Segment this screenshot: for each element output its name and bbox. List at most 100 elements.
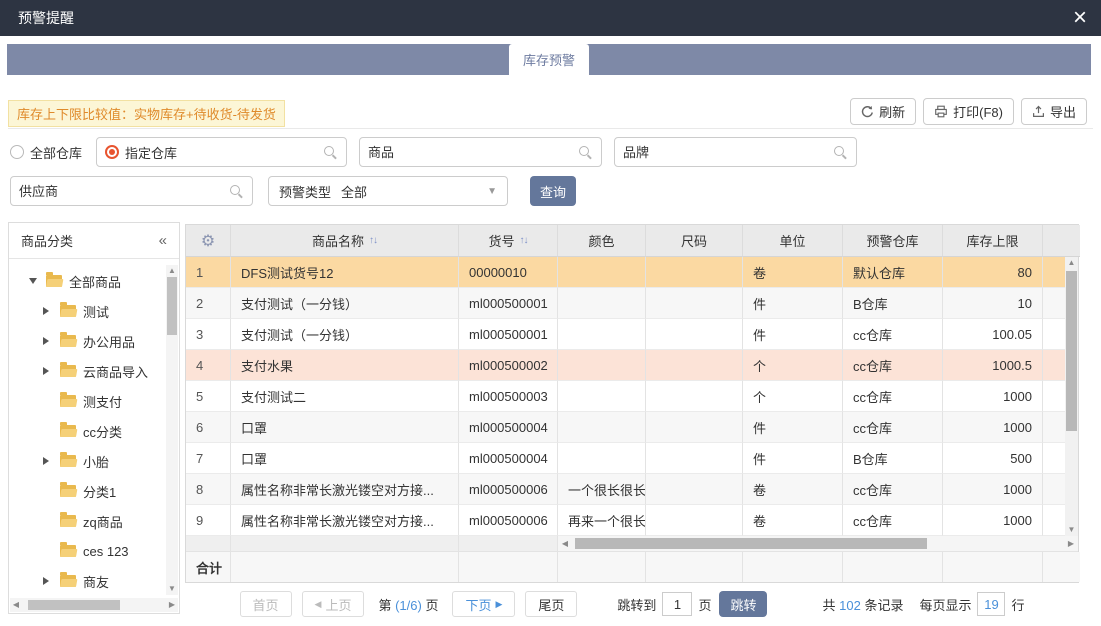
- jump-button[interactable]: 跳转: [719, 591, 767, 617]
- tree-item-cloud-import[interactable]: 云商品导入: [9, 356, 165, 386]
- header-unit: 单位: [743, 225, 843, 257]
- category-sidebar: 商品分类 « 全部商品 测试 办公用品 云商品导入 测支付: [8, 222, 180, 614]
- sidebar-horizontal-scrollbar[interactable]: ◀ ▶: [10, 598, 178, 612]
- tree-item-test-pay[interactable]: 测支付: [9, 386, 165, 416]
- divider: [8, 128, 1093, 129]
- brand-search-box: [614, 137, 857, 167]
- dialog-title: 预警提醒: [18, 8, 74, 28]
- table-row[interactable]: 5 支付测试二 ml000500003 个 cc仓库 1000: [186, 381, 1067, 412]
- table-row[interactable]: 8 属性名称非常长激光镂空对方接... ml000500006 一个很长很长..…: [186, 474, 1067, 505]
- column-settings[interactable]: ⚙: [186, 225, 231, 257]
- scroll-right-icon[interactable]: ▶: [166, 598, 178, 612]
- scrollbar-thumb[interactable]: [1066, 271, 1077, 431]
- table-header: ⚙ 商品名称 ↑↓ 货号 ↑↓ 颜色 尺码 单位 预警仓库 库存上限: [186, 225, 1078, 257]
- header-product-name[interactable]: 商品名称 ↑↓: [231, 225, 459, 257]
- scroll-up-icon[interactable]: ▲: [1065, 257, 1078, 269]
- tree-item-shangyou[interactable]: 商友: [9, 566, 165, 596]
- table-row[interactable]: 9 属性名称非常长激光镂空对方接... ml000500006 再来一个很长..…: [186, 505, 1067, 536]
- record-count: 共 102 条记录: [822, 595, 903, 614]
- header-color: 颜色: [558, 225, 646, 257]
- first-page-button[interactable]: 首页: [240, 591, 292, 617]
- sort-icon[interactable]: ↑↓: [369, 235, 377, 246]
- collapse-icon[interactable]: «: [159, 232, 167, 249]
- table-row[interactable]: 4 支付水果 ml000500002 个 cc仓库 1000.5: [186, 350, 1067, 381]
- expand-icon[interactable]: [43, 337, 57, 345]
- supplier-search-input[interactable]: [19, 184, 229, 199]
- tree-item-office-supplies[interactable]: 办公用品: [9, 326, 165, 356]
- table-horizontal-scrollbar-row: ◀ ▶: [186, 536, 1078, 552]
- tree-item-cc-category[interactable]: cc分类: [9, 416, 165, 446]
- table-horizontal-scrollbar[interactable]: ◀ ▶: [558, 536, 1078, 551]
- refresh-button[interactable]: 刷新: [850, 98, 916, 125]
- expand-collapse-icon[interactable]: [29, 278, 43, 284]
- export-icon: [1032, 105, 1045, 118]
- jump-page-input[interactable]: [662, 592, 692, 616]
- tree-item-ces123[interactable]: ces 123: [9, 536, 165, 566]
- warning-type-select[interactable]: 预警类型 全部 ▼: [268, 176, 508, 206]
- table-row[interactable]: 2 支付测试（一分钱） ml000500001 件 B仓库 10: [186, 288, 1067, 319]
- header-sku[interactable]: 货号 ↑↓: [459, 225, 558, 257]
- next-page-button[interactable]: 下页 ▶: [452, 591, 515, 617]
- tab-bar: 库存预警: [7, 44, 1091, 75]
- sort-icon[interactable]: ↑↓: [520, 235, 528, 246]
- sidebar-title: 商品分类: [21, 231, 73, 250]
- table-row[interactable]: 3 支付测试（一分钱） ml000500001 件 cc仓库 100.05: [186, 319, 1067, 350]
- brand-search-input[interactable]: [623, 145, 833, 160]
- brand-search-icon[interactable]: [833, 145, 848, 160]
- specified-warehouse-box[interactable]: 指定仓库: [96, 137, 347, 167]
- expand-icon[interactable]: [43, 367, 57, 375]
- supplier-search-icon[interactable]: [229, 184, 244, 199]
- expand-icon[interactable]: [43, 307, 57, 315]
- scroll-left-icon[interactable]: ◀: [10, 598, 22, 612]
- scrollbar-thumb[interactable]: [575, 538, 927, 549]
- arrow-left-icon: ◀: [315, 599, 322, 610]
- prev-page-button[interactable]: ◀ 上页: [302, 591, 365, 617]
- gear-icon[interactable]: ⚙: [201, 231, 215, 251]
- product-search-input[interactable]: [368, 145, 578, 160]
- expand-icon[interactable]: [43, 457, 57, 465]
- warning-type-value: 全部: [341, 182, 367, 201]
- query-button[interactable]: 查询: [530, 176, 576, 206]
- jump-label: 跳转到: [617, 595, 656, 614]
- table-row[interactable]: 1 DFS测试货号12 00000010 卷 默认仓库 80: [186, 257, 1067, 288]
- scroll-down-icon[interactable]: ▼: [1065, 524, 1078, 536]
- last-page-button[interactable]: 尾页: [525, 591, 577, 617]
- scrollbar-thumb[interactable]: [28, 600, 120, 610]
- scroll-right-icon[interactable]: ▶: [1064, 536, 1078, 552]
- expand-icon[interactable]: [43, 577, 57, 585]
- dialog-titlebar: 预警提醒 ×: [0, 0, 1101, 36]
- tree-item-test[interactable]: 测试: [9, 296, 165, 326]
- folder-icon: [60, 365, 76, 377]
- header-warehouse: 预警仓库: [843, 225, 943, 257]
- table-vertical-scrollbar[interactable]: ▲ ▼: [1065, 257, 1078, 536]
- header-filler: [1043, 225, 1080, 257]
- print-button[interactable]: 打印(F8): [923, 98, 1014, 125]
- radio-specified-warehouse[interactable]: [105, 145, 119, 159]
- product-search-box: [359, 137, 602, 167]
- table-row[interactable]: 6 口罩 ml000500004 件 cc仓库 1000: [186, 412, 1067, 443]
- tree-item-zq-products[interactable]: zq商品: [9, 506, 165, 536]
- folder-icon: [60, 575, 76, 587]
- table-row[interactable]: 7 口罩 ml000500004 件 B仓库 500: [186, 443, 1067, 474]
- scroll-left-icon[interactable]: ◀: [558, 536, 572, 552]
- page-indicator: 第 (1/6) 页: [378, 595, 438, 614]
- export-button[interactable]: 导出: [1021, 98, 1087, 125]
- tree-item-category1[interactable]: 分类1: [9, 476, 165, 506]
- scroll-down-icon[interactable]: ▼: [166, 583, 178, 595]
- tree-item-all-products[interactable]: 全部商品: [9, 266, 165, 296]
- product-search-icon[interactable]: [578, 145, 593, 160]
- tab-inventory-warning[interactable]: 库存预警: [509, 44, 589, 75]
- tree-item-xiaotai[interactable]: 小胎: [9, 446, 165, 476]
- close-icon[interactable]: ×: [1073, 3, 1087, 33]
- radio-all-warehouses[interactable]: [10, 145, 24, 159]
- scroll-up-icon[interactable]: ▲: [166, 265, 178, 277]
- warehouse-search-icon[interactable]: [323, 145, 338, 160]
- arrow-right-icon: ▶: [495, 599, 502, 610]
- category-tree: 全部商品 测试 办公用品 云商品导入 测支付 cc分类: [9, 260, 165, 598]
- per-page-input[interactable]: [977, 592, 1005, 616]
- jump-unit: 页: [698, 595, 711, 614]
- scrollbar-thumb[interactable]: [167, 277, 177, 335]
- per-page-unit: 行: [1011, 595, 1024, 614]
- folder-icon: [60, 425, 76, 437]
- sidebar-vertical-scrollbar[interactable]: ▲ ▼: [166, 265, 178, 595]
